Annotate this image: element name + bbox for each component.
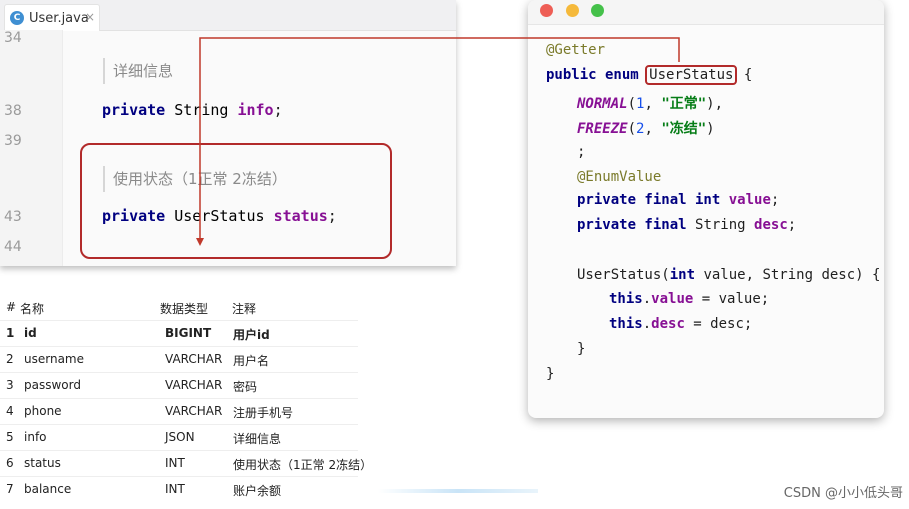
table-row[interactable]: 3 password VARCHAR 密码	[0, 372, 358, 399]
field-desc-declaration: private final String desc;	[577, 217, 797, 233]
enum-declaration: public enum UserStatus {	[546, 65, 753, 85]
line-number: 39	[4, 133, 22, 149]
enum-code-window: @Getter public enum UserStatus { NORMAL(…	[528, 0, 884, 418]
header-index: #	[6, 300, 17, 314]
scroll-indicator	[378, 489, 538, 493]
close-icon[interactable]: ×	[85, 10, 95, 24]
java-class-icon: C	[10, 11, 24, 25]
constructor-close-brace: }	[577, 341, 586, 357]
maximize-window-dot[interactable]	[591, 4, 604, 17]
tab-label: User.java	[29, 11, 89, 26]
table-row[interactable]: 6 status INT 使用状态（1正常 2冻结）	[0, 450, 372, 477]
db-column-table: # 名称 数据类型 注释 1 id BIGINT 用户id 2 username…	[0, 296, 372, 509]
tab-user-java[interactable]: C User.java ×	[4, 4, 100, 31]
getter-annotation: @Getter	[546, 42, 606, 58]
enumvalue-annotation: @EnumValue	[577, 169, 662, 185]
code-line-info[interactable]: private String info;	[102, 101, 283, 119]
assign-desc-line: this.desc = desc;	[609, 316, 753, 332]
assign-value-line: this.value = value;	[609, 291, 770, 307]
line-number: 43	[4, 209, 22, 225]
header-type: 数据类型	[160, 302, 209, 316]
editor-tab-bar: C User.java ×	[0, 0, 456, 31]
csdn-watermark: CSDN @小小低头哥	[783, 486, 903, 501]
field-value-declaration: private final int value;	[577, 192, 780, 208]
close-window-dot[interactable]	[540, 4, 553, 17]
line-number: 34	[4, 30, 22, 46]
table-row[interactable]: 1 id BIGINT 用户id	[0, 320, 358, 347]
table-row[interactable]: 7 balance INT 账户余额	[0, 476, 358, 503]
editor-panel: C User.java × 34 38 39 43 44 详细信息 privat…	[0, 0, 456, 266]
enum-constant-freeze: FREEZE(2, "冻结")	[577, 121, 715, 137]
window-titlebar	[528, 0, 884, 25]
minimize-window-dot[interactable]	[566, 4, 579, 17]
line-number-gutter: 34 38 39 43 44	[0, 30, 63, 266]
constructor-signature: UserStatus(int value, String desc) {	[577, 267, 881, 283]
enum-name-highlight: UserStatus	[645, 65, 738, 85]
line-number: 38	[4, 103, 22, 119]
table-row[interactable]: 4 phone VARCHAR 注册手机号	[0, 398, 358, 425]
enum-close-brace: }	[546, 366, 555, 382]
enum-constant-normal: NORMAL(1, "正常"),	[577, 96, 724, 112]
table-row[interactable]: 2 username VARCHAR 用户名	[0, 346, 358, 373]
header-comment: 注释	[232, 302, 257, 316]
status-highlight-box	[80, 143, 392, 259]
header-name: 名称	[20, 302, 45, 316]
doc-comment-info: 详细信息	[103, 58, 173, 84]
line-number: 44	[4, 239, 22, 255]
table-row[interactable]: 5 info JSON 详细信息	[0, 424, 358, 451]
enum-semicolon: ;	[577, 144, 586, 160]
